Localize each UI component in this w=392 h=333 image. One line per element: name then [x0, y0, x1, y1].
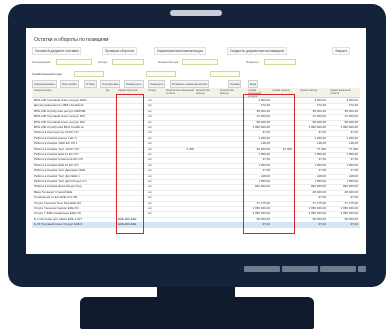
cell-s3: 37,00 — [318, 222, 326, 227]
tab-check-turnover[interactable]: Проверка оборотов — [102, 47, 137, 55]
monitor-button[interactable] — [320, 266, 356, 272]
filter-label-warehouse: Склад: — [98, 60, 108, 64]
header-qty-in[interactable]: Количество приход — [196, 89, 218, 95]
window-title: Остатки и обороты по позициям — [34, 37, 109, 43]
filter-button[interactable]: Отбор — [84, 80, 97, 88]
warehouse-select[interactable] — [74, 71, 104, 77]
screen: Остатки и обороты по позициям Основной д… — [26, 28, 366, 254]
sort-button[interactable]: Сортировка — [100, 80, 121, 88]
header-item[interactable]: Номенклатура — [34, 89, 94, 92]
monitor-button[interactable] — [282, 266, 318, 272]
grid-header: Номенклатура Ед. Характеристика Склад Ко… — [32, 88, 360, 98]
date-to-input[interactable] — [210, 71, 240, 77]
filter-label-item: Номенклатура: — [158, 60, 179, 64]
cell-unit — [106, 222, 116, 227]
header-qty-out[interactable]: Количество расход — [220, 89, 242, 95]
more-button[interactable]: Ещё — [248, 80, 259, 88]
sum-button[interactable]: Сумма — [228, 80, 242, 88]
toolbar: Основной документ поставки Проверка обор… — [32, 47, 360, 55]
cell-c3 — [220, 222, 242, 227]
date-from-input[interactable] — [146, 71, 176, 77]
header-sum-end[interactable]: Сумма конечный остаток — [330, 89, 360, 95]
header-unit[interactable]: Ед. — [106, 89, 116, 92]
header-sum-out[interactable]: Сумма расход — [300, 89, 326, 92]
cell-c2 — [196, 222, 218, 227]
tab-characteristics[interactable]: Характеристики номенклатуры — [154, 47, 206, 55]
tab-supplier-summary[interactable]: Сводка по документам поставщиков — [227, 47, 287, 55]
monitor-stand-base — [80, 297, 314, 329]
cell-s4: 37,00 — [350, 222, 358, 227]
expand-button[interactable]: Развернуть — [124, 80, 144, 88]
settings-button[interactable]: Настройки — [60, 80, 79, 88]
tab-close[interactable]: Закрыть — [332, 47, 351, 55]
monitor-button[interactable] — [358, 266, 366, 272]
warehouse-label: Хозяйственный отдел — [32, 72, 63, 76]
header-sum-in[interactable]: Сумма приход — [272, 89, 292, 92]
header-qty-start[interactable]: Количество начальный остаток — [166, 89, 194, 95]
highlight-characteristic-column — [116, 94, 144, 234]
filter-input-period[interactable] — [264, 59, 296, 65]
filter-input-item[interactable] — [182, 59, 218, 65]
filter-label-period: Период с: — [246, 60, 260, 64]
filter-input-warehouse[interactable] — [112, 59, 144, 65]
generate-button[interactable]: Сформировать — [32, 80, 58, 88]
header-warehouse[interactable]: Склад — [148, 89, 162, 92]
monitor-chin — [26, 256, 366, 280]
action-bar: Сформировать Настройки Отбор Сортировка … — [32, 80, 360, 88]
filter-panel: Организация: Склад: Номенклатура: Период… — [32, 59, 360, 71]
filter-input-organization[interactable] — [56, 59, 92, 65]
highlight-sum-columns — [243, 94, 295, 234]
tab-main-document[interactable]: Основной документ поставки — [32, 47, 82, 55]
monitor-camera — [170, 10, 222, 16]
cell-c1 — [166, 222, 194, 227]
table-row[interactable]: Е 15 Торговый Агент Ресурс ЕКЕ 9 ЕКЕ-000-… — [32, 222, 360, 228]
header-characteristic[interactable]: Характеристика — [118, 89, 144, 92]
cell-wh — [148, 222, 162, 227]
cell-name: Е 15 Торговый Агент Ресурс ЕКЕ 9 — [34, 222, 83, 227]
monitor-button[interactable] — [244, 266, 280, 272]
filter-label-organization: Организация: — [32, 60, 51, 64]
data-grid: Номенклатура Ед. Характеристика Склад Ко… — [32, 88, 360, 228]
collapse-button[interactable]: Свернуть — [148, 80, 166, 88]
show-characteristics-button[interactable]: Показать характеристики — [170, 80, 210, 88]
